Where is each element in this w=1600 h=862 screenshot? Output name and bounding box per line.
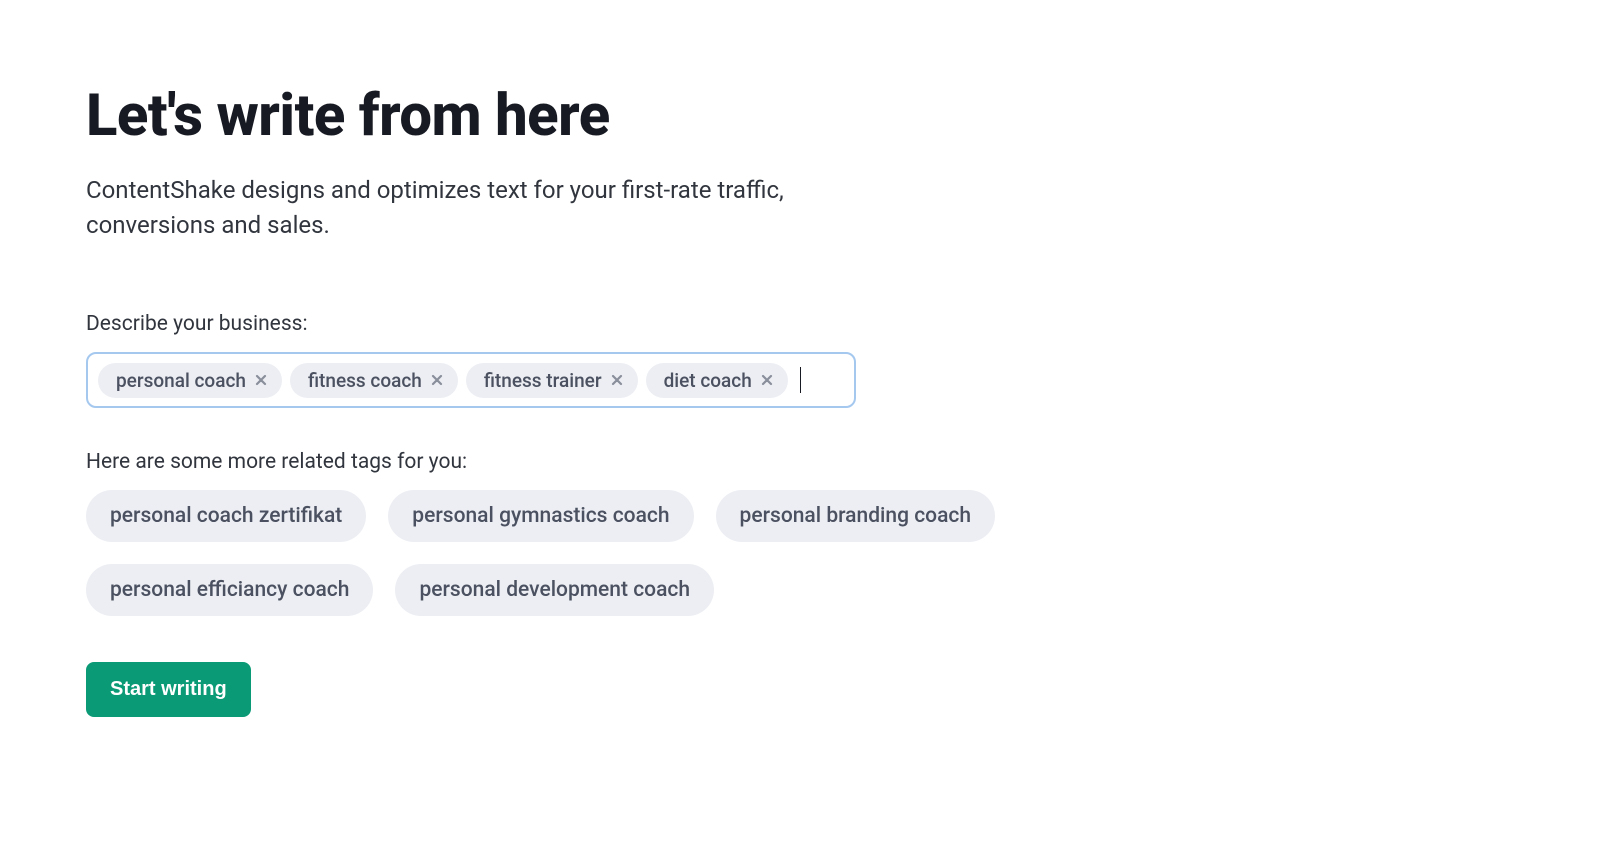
tag-chip-label: personal coach — [116, 369, 246, 392]
start-writing-button[interactable]: Start writing — [86, 662, 251, 717]
related-tags-label: Here are some more related tags for you: — [86, 450, 1000, 474]
onboarding-page: Let's write from here ContentShake desig… — [0, 0, 1000, 717]
tag-chip: fitness trainer — [466, 363, 638, 398]
remove-tag-icon[interactable] — [254, 373, 268, 387]
suggested-tag-chip[interactable]: personal branding coach — [716, 490, 995, 542]
suggested-tag-chip[interactable]: personal efficiancy coach — [86, 564, 373, 616]
remove-tag-icon[interactable] — [760, 373, 774, 387]
describe-label: Describe your business: — [86, 312, 1000, 336]
text-cursor — [800, 367, 801, 393]
page-heading: Let's write from here — [86, 86, 1000, 147]
tag-chip: diet coach — [646, 363, 788, 398]
tag-chip-label: fitness coach — [308, 369, 422, 392]
suggested-tag-chip[interactable]: personal development coach — [395, 564, 714, 616]
suggested-tag-chip[interactable]: personal coach zertifikat — [86, 490, 366, 542]
tag-chip-label: fitness trainer — [484, 369, 602, 392]
tag-chip-label: diet coach — [664, 369, 752, 392]
remove-tag-icon[interactable] — [610, 373, 624, 387]
tag-chip: personal coach — [98, 363, 282, 398]
remove-tag-icon[interactable] — [430, 373, 444, 387]
page-subtitle: ContentShake designs and optimizes text … — [86, 173, 786, 243]
suggested-tags: personal coach zertifikat personal gymna… — [86, 490, 1000, 616]
business-tags-input[interactable]: personal coach fitness coach fitness tra… — [86, 352, 856, 408]
suggested-tag-chip[interactable]: personal gymnastics coach — [388, 490, 693, 542]
tag-chip: fitness coach — [290, 363, 458, 398]
